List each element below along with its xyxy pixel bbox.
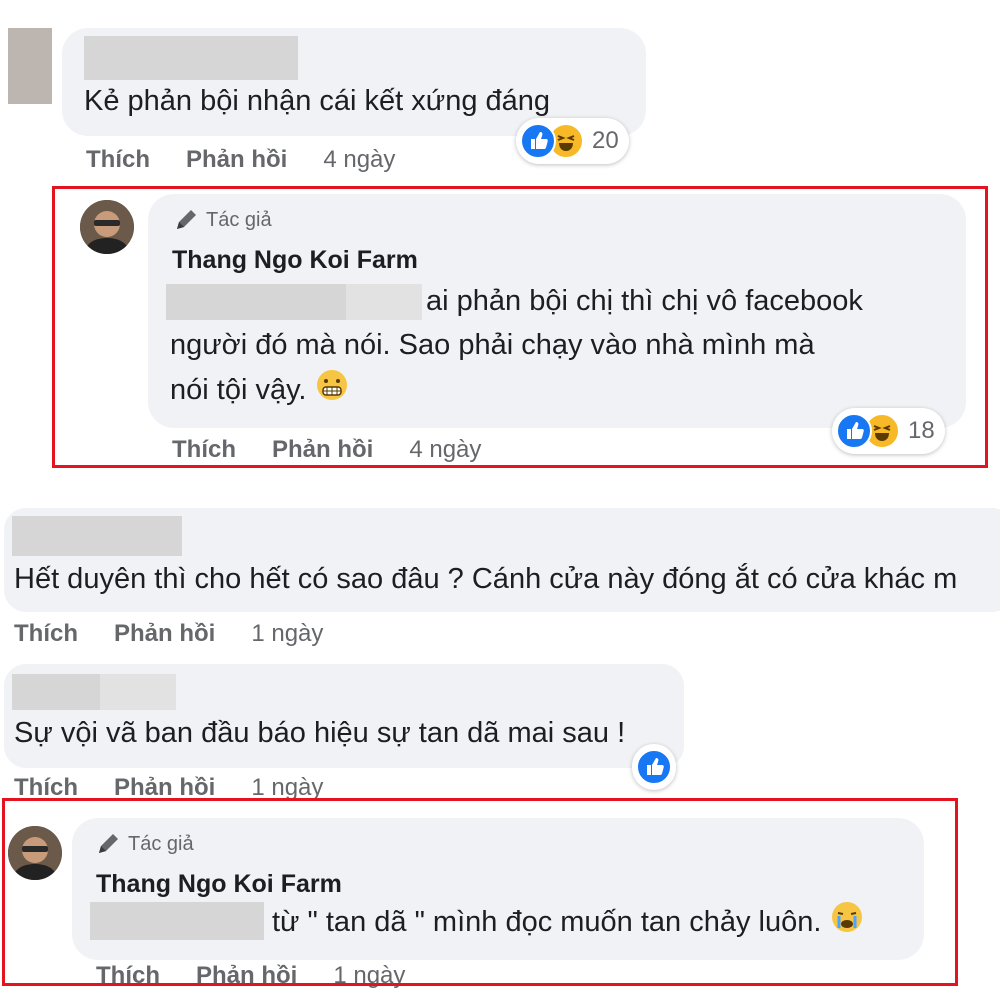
timestamp[interactable]: 1 ngày <box>251 620 323 648</box>
timestamp[interactable]: 4 ngày <box>323 146 395 174</box>
avatar[interactable] <box>8 28 52 104</box>
comment-actions: Thích Phản hồi 4 ngày <box>172 436 481 464</box>
reaction-summary[interactable]: 18 <box>832 408 945 454</box>
timestamp[interactable]: 1 ngày <box>333 962 405 990</box>
author-avatar[interactable] <box>80 200 134 254</box>
redacted-tag <box>346 284 422 320</box>
comment-bubble: Sự vội vã ban đầu báo hiệu sự tan dã mai… <box>4 664 684 768</box>
comment-actions: Thích Phản hồi 1 ngày <box>14 774 323 802</box>
author-name[interactable]: Thang Ngo Koi Farm <box>96 870 342 899</box>
like-button[interactable]: Thích <box>86 146 150 174</box>
comment-text: Kẻ phản bội nhận cái kết xứng đáng <box>84 85 551 117</box>
timestamp[interactable]: 1 ngày <box>251 774 323 802</box>
comment-text: từ " tan dã " mình đọc muốn tan chảy luô… <box>272 906 822 939</box>
comment-line-with-emoji: nói tội vậy. <box>170 368 349 415</box>
author-badge: Tác giả <box>96 832 194 856</box>
comment-actions: Thích Phản hồi 1 ngày <box>14 620 323 648</box>
comment-bubble: Tác giả Thang Ngo Koi Farm từ " tan dã "… <box>72 818 924 960</box>
comment-bubble: Tác giả Thang Ngo Koi Farm ai phản bội c… <box>148 194 966 428</box>
redacted-tag <box>90 902 264 940</box>
like-icon <box>520 123 556 159</box>
redacted-name <box>12 516 182 556</box>
author-badge-label: Tác giả <box>206 208 272 231</box>
pencil-icon <box>177 210 196 229</box>
comment-text: Hết duyên thì cho hết có sao đâu ? Cánh … <box>14 563 958 595</box>
reaction-count: 20 <box>592 127 619 154</box>
comment-line-with-emoji: từ " tan dã " mình đọc muốn tan chảy luô… <box>272 900 864 947</box>
comment-bubble: Hết duyên thì cho hết có sao đâu ? Cánh … <box>4 508 1000 612</box>
comment-line: ai phản bội chị thì chị vô facebook <box>426 285 863 317</box>
like-button[interactable]: Thích <box>14 620 78 648</box>
author-name[interactable]: Thang Ngo Koi Farm <box>172 246 418 275</box>
reply-button[interactable]: Phản hồi <box>272 436 373 464</box>
reaction-count: 18 <box>908 417 935 444</box>
reaction-summary[interactable] <box>632 744 676 790</box>
like-button[interactable]: Thích <box>14 774 78 802</box>
reply-button[interactable]: Phản hồi <box>114 620 215 648</box>
redacted-name <box>84 36 298 80</box>
comment-line: người đó mà nói. Sao phải chạy vào nhà m… <box>170 329 815 361</box>
reply-button[interactable]: Phản hồi <box>114 774 215 802</box>
comment-actions: Thích Phản hồi 1 ngày <box>96 962 405 990</box>
redacted-tag <box>166 284 346 320</box>
comment-line: nói tội vậy. <box>170 374 307 407</box>
reaction-summary[interactable]: 20 <box>516 118 629 164</box>
redacted-name <box>12 674 100 710</box>
like-icon <box>636 749 672 785</box>
pencil-icon <box>99 834 118 853</box>
comment-actions: Thích Phản hồi 4 ngày <box>86 146 395 174</box>
reply-button[interactable]: Phản hồi <box>196 962 297 990</box>
timestamp[interactable]: 4 ngày <box>409 436 481 464</box>
author-badge-label: Tác giả <box>128 832 194 855</box>
like-button[interactable]: Thích <box>96 962 160 990</box>
like-button[interactable]: Thích <box>172 436 236 464</box>
reply-button[interactable]: Phản hồi <box>186 146 287 174</box>
redacted-name <box>100 674 176 710</box>
comment-text: Sự vội vã ban đầu báo hiệu sự tan dã mai… <box>14 717 626 749</box>
crying-emoji-icon <box>830 900 864 947</box>
grimace-emoji-icon <box>315 368 349 415</box>
author-avatar[interactable] <box>8 826 62 880</box>
like-icon <box>836 413 872 449</box>
author-badge: Tác giả <box>174 208 272 232</box>
